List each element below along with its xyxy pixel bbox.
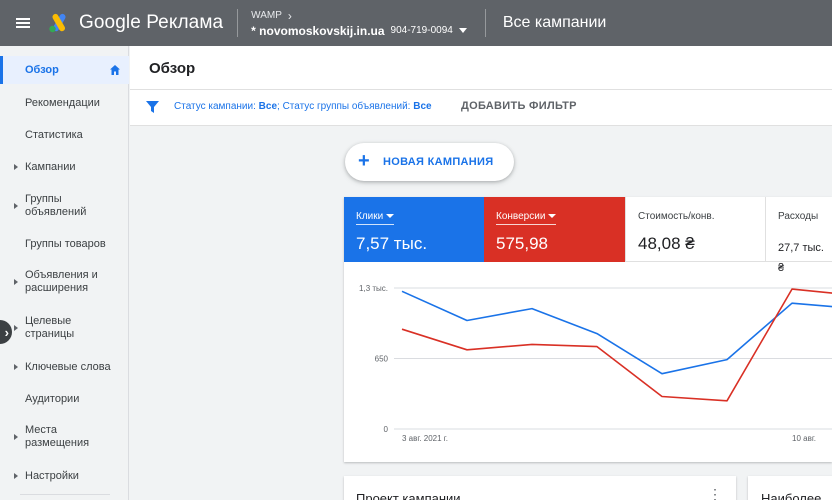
card-title: Наиболее (761, 491, 822, 500)
metric-label[interactable]: Конверсии (496, 211, 557, 225)
sidebar-item-overview[interactable]: Обзор (0, 56, 129, 84)
sidebar-item-keywords[interactable]: Ключевые слова (0, 360, 129, 374)
plus-icon: + (358, 150, 370, 172)
expand-arrow-icon (14, 473, 18, 479)
filter-campaign-label: Статус кампании: (174, 101, 259, 112)
metric-conversions[interactable]: Конверсии 575,98 (484, 197, 625, 262)
metric-cost[interactable]: Расходы 27,7 тыс. ₴ (765, 197, 832, 274)
account-id: 904-719-0094 (390, 24, 453, 36)
campaign-scope-title: Все кампании (502, 14, 607, 31)
filter-group-value: Все (413, 101, 432, 112)
sidebar-item-label: Ключевые слова (25, 360, 111, 373)
metric-label-text: Конверсии (496, 211, 546, 222)
active-filters[interactable]: Статус кампании: Все; Статус группы объя… (174, 101, 432, 112)
menu-icon (16, 18, 30, 28)
sidebar-item-ad-groups[interactable]: Группы объявлений (0, 193, 129, 219)
sidebar-item-statistics[interactable]: Статистика (0, 128, 129, 142)
filter-icon[interactable] (146, 100, 159, 114)
sidebar-item-label: Обзор (25, 63, 59, 76)
metric-cost-per-conversion[interactable]: Стоимость/конв. 48,08 ₴ (625, 197, 765, 262)
line-chart: 1,3 тыс. 650 0 3 авг. 2021 г. 10 авг. (359, 284, 832, 443)
sidebar-item-settings[interactable]: Настройки (0, 469, 129, 483)
x-tick-label: 10 авг. (792, 434, 816, 443)
caret-down-icon (548, 214, 557, 219)
sidebar-item-label: Рекомендации (25, 96, 100, 109)
sidebar-item-ads-extensions[interactable]: Объявления и расширения (0, 269, 129, 295)
metric-value: 7,57 тыс. (356, 234, 428, 253)
sidebar-item-recommendations[interactable]: Рекомендации (0, 96, 129, 110)
sidebar-item-label: Объявления и расширения (25, 269, 98, 294)
card-title: Проект кампании (356, 491, 461, 500)
caret-down-icon (458, 28, 467, 33)
y-tick-label: 1,3 тыс. (359, 284, 388, 293)
sidebar-item-label: Группы товаров (25, 237, 106, 250)
sidebar-item-label: Группы объявлений (25, 193, 87, 218)
series-line-conversions (401, 288, 832, 402)
metric-label: Расходы (778, 211, 819, 222)
sidebar-item-placements[interactable]: Места размещения (0, 424, 129, 450)
sidebar-item-audiences[interactable]: Аудитории (0, 392, 129, 406)
filter-group-label: Статус группы объявлений: (282, 101, 414, 112)
account-name: * novomoskovskij.in.ua (251, 23, 385, 38)
account-label: WAMP (251, 9, 282, 21)
metric-label: Стоимость/конв. (638, 211, 715, 222)
top-items-card: Наиболее (748, 476, 832, 500)
add-filter-button[interactable]: ДОБАВИТЬ ФИЛЬТР (461, 100, 577, 112)
top-app-bar: Google Реклама WAMP › * novomoskovskij.i… (0, 0, 832, 46)
sidebar-divider (20, 494, 110, 495)
chevron-right-icon: › (287, 8, 292, 23)
google-ads-logo[interactable]: Google Реклама (46, 0, 223, 46)
new-campaign-label: НОВАЯ КАМПАНИЯ (383, 156, 494, 168)
sidebar-item-label: Кампании (25, 160, 76, 173)
expand-arrow-icon (14, 164, 18, 170)
page-header: Обзор (130, 46, 832, 90)
logo-text: Google Реклама (79, 12, 224, 33)
account-selector[interactable]: WAMP › * novomoskovskij.in.ua 904-719-00… (238, 9, 467, 38)
performance-chart-card: Клики 7,57 тыс. Конверсии 575,98 Стоимос… (344, 197, 832, 462)
sidebar-item-product-groups[interactable]: Группы товаров (0, 237, 129, 251)
sidebar-item-label: Места размещения (25, 424, 90, 449)
main-menu-button[interactable] (0, 0, 46, 46)
sidebar-item-label: Статистика (25, 128, 83, 141)
page-title: Обзор (149, 60, 196, 77)
metric-value: 48,08 ₴ (638, 234, 695, 253)
campaign-draft-card: Проект кампании ⋮ (344, 476, 736, 500)
chevron-right-icon: › (4, 324, 9, 340)
y-tick-label: 650 (375, 355, 389, 364)
google-ads-logo-icon (49, 13, 66, 33)
more-vert-icon[interactable]: ⋮ (708, 487, 722, 500)
metric-clicks[interactable]: Клики 7,57 тыс. (344, 197, 484, 262)
sidebar-item-label: Настройки (25, 469, 79, 482)
expand-arrow-icon (14, 279, 18, 285)
expand-arrow-icon (14, 203, 18, 209)
expand-arrow-icon (14, 325, 18, 331)
x-tick-label: 3 авг. 2021 г. (402, 434, 448, 443)
y-tick-label: 0 (384, 425, 389, 434)
expand-arrow-icon (14, 434, 18, 440)
metric-label[interactable]: Клики (356, 211, 395, 225)
side-navigation: Обзор Рекомендации Статистика Кампании Г… (0, 46, 129, 500)
new-campaign-button[interactable]: + НОВАЯ КАМПАНИЯ (345, 143, 514, 181)
sidebar-item-label: Аудитории (25, 392, 80, 405)
sidebar-item-label: Целевые страницы (25, 315, 75, 340)
metric-label-text: Клики (356, 211, 384, 222)
metric-value: 575,98 (496, 234, 548, 253)
sidebar-item-campaigns[interactable]: Кампании (0, 160, 129, 174)
expand-arrow-icon (14, 364, 18, 370)
sidebar-item-landing-pages[interactable]: Целевые страницы (0, 315, 129, 341)
home-icon (110, 65, 120, 75)
caret-down-icon (386, 214, 395, 219)
filter-bar: Статус кампании: Все; Статус группы объя… (130, 90, 832, 126)
filter-campaign-value: Все (258, 101, 278, 112)
